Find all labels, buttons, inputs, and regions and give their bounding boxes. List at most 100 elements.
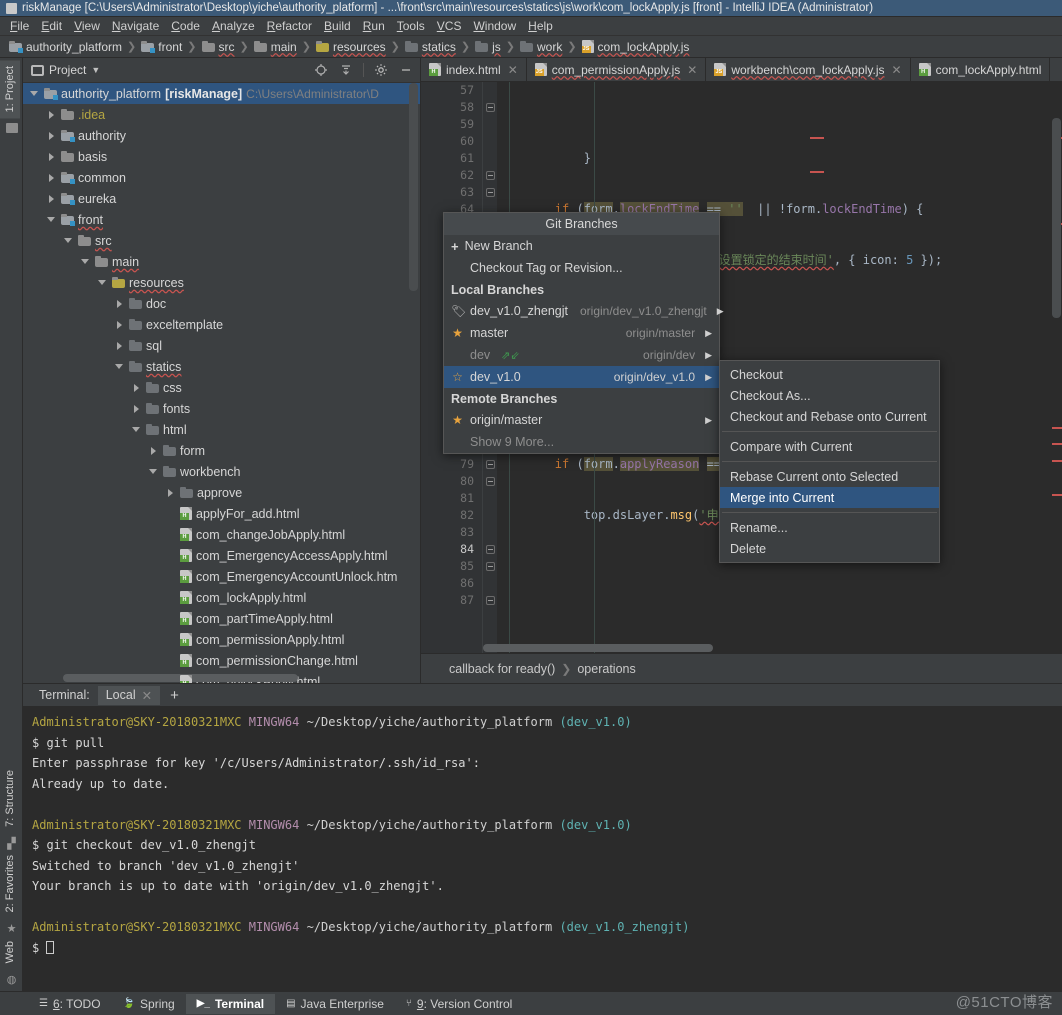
menu-item-analyze[interactable]: Analyze bbox=[206, 18, 261, 34]
close-icon[interactable]: ✕ bbox=[892, 63, 902, 77]
editor-hscrollbar[interactable] bbox=[483, 644, 713, 652]
editor-breadcrumb-item[interactable]: operations bbox=[577, 662, 635, 676]
editor-tab-2[interactable]: JS workbench\com_lockApply.js ✕ bbox=[706, 58, 911, 81]
menu-item-vcs[interactable]: VCS bbox=[431, 18, 468, 34]
editor-breadcrumb-item[interactable]: callback for ready() bbox=[449, 662, 555, 676]
menu-item-code[interactable]: Code bbox=[165, 18, 206, 34]
chevron-right-icon[interactable] bbox=[131, 382, 142, 393]
breadcrumb-item-7[interactable]: work bbox=[517, 40, 565, 54]
menu-item-view[interactable]: View bbox=[68, 18, 106, 34]
collapse-all-icon[interactable] bbox=[336, 60, 356, 80]
menu-item-navigate[interactable]: Navigate bbox=[106, 18, 165, 34]
breadcrumb-item-2[interactable]: src bbox=[199, 40, 238, 54]
chevron-right-icon[interactable] bbox=[114, 319, 125, 330]
chevron-right-icon[interactable] bbox=[131, 403, 142, 414]
menu-item-tools[interactable]: Tools bbox=[391, 18, 431, 34]
editor-breadcrumb[interactable]: callback for ready() ❯ operations bbox=[421, 653, 1062, 683]
gear-icon[interactable] bbox=[371, 60, 391, 80]
locate-icon[interactable] bbox=[311, 60, 331, 80]
menu-item-help[interactable]: Help bbox=[522, 18, 559, 34]
chevron-right-icon[interactable] bbox=[114, 298, 125, 309]
project-tree-scrollbar[interactable] bbox=[409, 83, 418, 291]
tree-node[interactable]: statics bbox=[23, 356, 420, 377]
tree-node[interactable]: form bbox=[23, 440, 420, 461]
tree-node[interactable]: authority_platform [riskManage] C:\Users… bbox=[23, 83, 420, 104]
chevron-down-icon[interactable] bbox=[131, 424, 142, 435]
breadcrumb-item-6[interactable]: js bbox=[472, 40, 504, 54]
context-menu-item-compare-with-current[interactable]: Compare with Current bbox=[720, 436, 939, 457]
menu-item-build[interactable]: Build bbox=[318, 18, 357, 34]
terminal-tab-local[interactable]: Local ✕ bbox=[97, 685, 161, 705]
menu-item-edit[interactable]: Edit bbox=[35, 18, 68, 34]
chevron-down-icon[interactable]: ▼ bbox=[91, 65, 100, 75]
navigation-bar[interactable]: authority_platform ❯ front ❯ src ❯ main ❯ resour… bbox=[0, 36, 1062, 58]
chevron-right-icon[interactable] bbox=[46, 109, 57, 120]
breadcrumb-item-1[interactable]: front bbox=[138, 40, 185, 54]
tree-node[interactable]: src bbox=[23, 230, 420, 251]
chevron-right-icon[interactable] bbox=[114, 340, 125, 351]
tree-node[interactable]: exceltemplate bbox=[23, 314, 420, 335]
chevron-down-icon[interactable] bbox=[29, 88, 40, 99]
menu-item-run[interactable]: Run bbox=[357, 18, 391, 34]
sidebar-item-favorites[interactable]: 2: Favorites bbox=[0, 853, 20, 918]
tree-node[interactable]: sql bbox=[23, 335, 420, 356]
tree-node[interactable]: common bbox=[23, 167, 420, 188]
chevron-down-icon[interactable] bbox=[46, 214, 57, 225]
tree-node[interactable]: Hcom_partTimeApply.html bbox=[23, 608, 420, 629]
chevron-right-icon[interactable] bbox=[46, 172, 57, 183]
tool-window-6-todo[interactable]: ☰ 6: TODO bbox=[28, 994, 112, 1014]
git-branch-dev-v1-0[interactable]: ☆ dev_v1.0 origin/dev_v1.0 ▶ bbox=[444, 366, 719, 388]
chevron-right-icon[interactable] bbox=[46, 130, 57, 141]
chevron-right-icon[interactable] bbox=[46, 193, 57, 204]
tree-node[interactable]: Hcom_EmergencyAccessApply.html bbox=[23, 545, 420, 566]
breadcrumb-item-4[interactable]: resources bbox=[313, 40, 389, 54]
tool-window-java-enterprise[interactable]: ▤ Java Enterprise bbox=[275, 994, 395, 1014]
tree-node[interactable]: main bbox=[23, 251, 420, 272]
chevron-right-icon[interactable] bbox=[46, 151, 57, 162]
chevron-down-icon[interactable] bbox=[80, 256, 91, 267]
sidebar-item-web[interactable]: Web bbox=[0, 939, 20, 969]
git-branch-dev-v1-0-zhengjt[interactable]: 🏷 dev_v1.0_zhengjt origin/dev_v1.0_zheng… bbox=[444, 300, 724, 322]
tree-node[interactable]: approve bbox=[23, 482, 420, 503]
tree-node[interactable]: Hcom_permissionChange.html bbox=[23, 650, 420, 671]
editor-scrollbar[interactable] bbox=[1052, 118, 1061, 318]
chevron-down-icon[interactable] bbox=[148, 466, 159, 477]
sidebar-item-project[interactable]: 1: Project bbox=[0, 60, 20, 119]
close-icon[interactable]: ✕ bbox=[142, 688, 152, 703]
terminal-output[interactable]: Administrator@SKY-20180321MXC MINGW64 ~/… bbox=[23, 706, 1062, 991]
tree-node[interactable]: resources bbox=[23, 272, 420, 293]
git-branch-master[interactable]: ★ master origin/master ▶ bbox=[444, 322, 719, 344]
tree-node[interactable]: html bbox=[23, 419, 420, 440]
breadcrumb-item-0[interactable]: authority_platform bbox=[6, 40, 125, 54]
tool-window-terminal[interactable]: ▶_ Terminal bbox=[185, 993, 276, 1014]
hide-panel-icon[interactable] bbox=[396, 60, 416, 80]
git-new-branch-item[interactable]: + New Branch bbox=[444, 235, 719, 257]
sidebar-item-structure[interactable]: 7: Structure bbox=[0, 768, 20, 833]
chevron-right-icon[interactable] bbox=[165, 487, 176, 498]
git-show-more-item[interactable]: Show 9 More... bbox=[444, 431, 719, 453]
tree-node[interactable]: authority bbox=[23, 125, 420, 146]
context-menu-item-checkout-and-rebase-onto-current[interactable]: Checkout and Rebase onto Current bbox=[720, 406, 939, 427]
tree-node[interactable]: fonts bbox=[23, 398, 420, 419]
tree-node[interactable]: .idea bbox=[23, 104, 420, 125]
breadcrumb-item-3[interactable]: main bbox=[251, 40, 300, 54]
git-checkout-tag-item[interactable]: Checkout Tag or Revision... bbox=[444, 257, 719, 279]
editor-tab-3[interactable]: Hcom_lockApply.html bbox=[911, 58, 1051, 81]
context-menu-item-rebase-current-onto-selected[interactable]: Rebase Current onto Selected bbox=[720, 466, 939, 487]
tree-node[interactable]: basis bbox=[23, 146, 420, 167]
add-terminal-button[interactable]: + bbox=[160, 687, 189, 704]
project-tree[interactable]: authority_platform [riskManage] C:\Users… bbox=[23, 83, 420, 683]
editor-tab-1[interactable]: JS com_permissionApply.js ✕ bbox=[527, 58, 707, 81]
tree-node[interactable]: Hcom_lockApply.html bbox=[23, 587, 420, 608]
context-menu-item-rename[interactable]: Rename... bbox=[720, 517, 939, 538]
menu-bar[interactable]: File Edit View Navigate Code Analyze Refactor B… bbox=[0, 17, 1062, 36]
context-menu-item-checkout-as[interactable]: Checkout As... bbox=[720, 385, 939, 406]
tree-node[interactable]: css bbox=[23, 377, 420, 398]
menu-item-window[interactable]: Window bbox=[467, 18, 522, 34]
chevron-right-icon[interactable] bbox=[148, 445, 159, 456]
context-menu-item-merge-into-current[interactable]: Merge into Current bbox=[720, 487, 939, 508]
git-branch-dev[interactable]: dev ⇗⇙ origin/dev ▶ bbox=[444, 344, 719, 366]
menu-item-file[interactable]: File bbox=[4, 18, 35, 34]
tree-node[interactable]: Hcom_EmergencyAccountUnlock.htm bbox=[23, 566, 420, 587]
tool-window-9-version-control[interactable]: ⑂ 9: Version Control bbox=[395, 994, 523, 1014]
